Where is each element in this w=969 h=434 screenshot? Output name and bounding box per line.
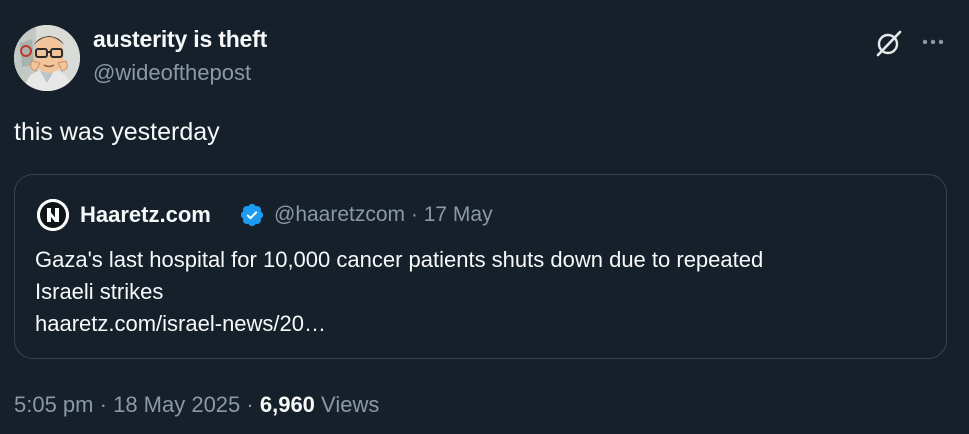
author-handle[interactable]: @wideofthepost <box>93 60 251 86</box>
quoted-tweet-card[interactable]: Haaretz.com @haaretzcom · 17 May Gaza's … <box>14 174 947 359</box>
quoted-handle[interactable]: @haaretzcom <box>274 203 405 226</box>
quoted-link[interactable]: haaretz.com/israel-news/20… <box>35 308 935 340</box>
views-count: 6,960 <box>259 392 315 417</box>
verified-badge-icon[interactable] <box>239 202 265 228</box>
meta-separator: · <box>99 392 107 417</box>
grok-slash-circle-icon[interactable] <box>874 28 904 58</box>
tweet-meta: 5:05 pm · 18 May 2025 · 6,960 Views <box>14 392 379 418</box>
quoted-text-line: Israeli strikes <box>35 279 164 304</box>
haaretz-logo-icon[interactable] <box>37 199 69 231</box>
tweet-text: this was yesterday <box>14 118 220 146</box>
tweet-date[interactable]: 18 May 2025 <box>113 392 240 417</box>
author-avatar[interactable] <box>14 25 80 91</box>
more-dots-icon[interactable] <box>918 28 948 58</box>
quoted-text-line: Gaza's last hospital for 10,000 cancer p… <box>35 247 764 272</box>
quoted-separator: · <box>410 203 418 226</box>
cartoon-character-avatar-icon <box>14 25 80 91</box>
tweet: austerity is theft @wideofthepost this w… <box>0 0 969 434</box>
quoted-handle-date: @haaretzcom · 17 May <box>274 203 493 227</box>
author-display-name[interactable]: austerity is theft <box>93 26 267 53</box>
quoted-date[interactable]: 17 May <box>424 203 493 226</box>
quoted-text: Gaza's last hospital for 10,000 cancer p… <box>35 244 935 340</box>
quoted-display-name[interactable]: Haaretz.com <box>80 202 211 228</box>
views-label: Views <box>321 392 380 417</box>
tweet-time[interactable]: 5:05 pm <box>14 392 94 417</box>
meta-separator: · <box>246 392 254 417</box>
